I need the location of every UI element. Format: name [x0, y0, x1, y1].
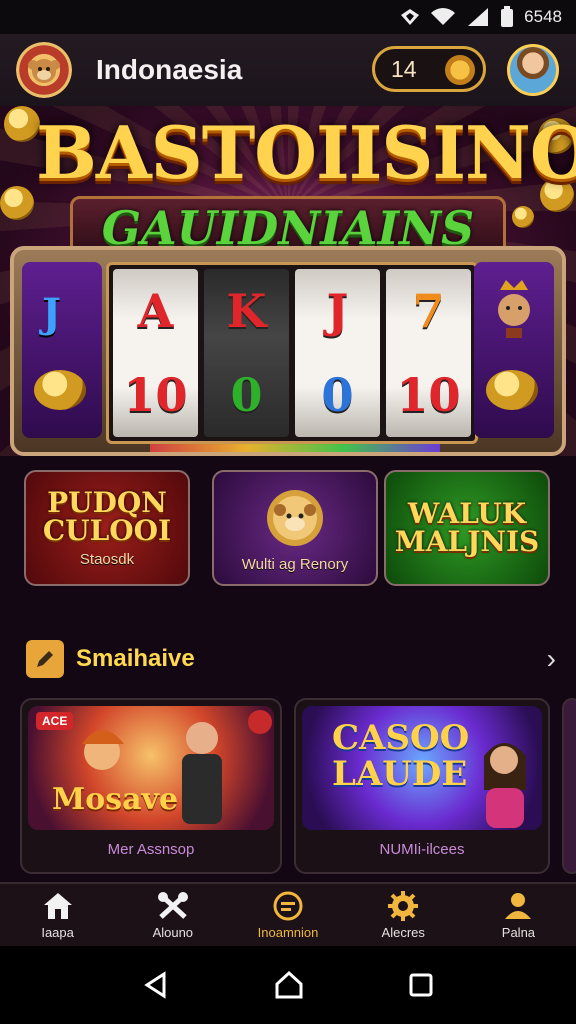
category-card-1[interactable]: PUDQN CULOOI Staosdk	[24, 470, 190, 586]
signal-icon	[468, 8, 489, 26]
system-nav-bar	[0, 946, 576, 1024]
reel-2: K 0	[204, 269, 289, 437]
home-button-icon[interactable]	[274, 970, 304, 1000]
category-title: WALUK MALJNIS	[394, 497, 540, 558]
game-art: CASOO LAUDE	[302, 706, 542, 830]
nav-label: Iaapa	[41, 924, 74, 940]
nav-label: Inoamnion	[257, 924, 319, 940]
monkey-icon	[267, 489, 323, 546]
reel-1: A 10	[113, 269, 198, 437]
region-title[interactable]: Indonaesia	[96, 54, 242, 86]
game-card-peek[interactable]	[562, 698, 576, 874]
avatar[interactable]	[507, 44, 559, 96]
lights-strip	[150, 444, 440, 452]
reel-symbol: K	[226, 284, 267, 338]
woman-illustration	[484, 743, 526, 828]
reel-symbol: 10	[123, 368, 188, 422]
king-icon	[498, 280, 530, 338]
vpn-icon	[401, 9, 420, 25]
section-title: Smaihaive	[76, 645, 195, 672]
game-art-title: CASOO LAUDE	[332, 718, 470, 794]
status-bar: 6548	[0, 0, 576, 34]
category-card-3[interactable]: WALUK MALJNIS	[384, 470, 550, 586]
gear-icon	[388, 890, 419, 921]
recents-icon[interactable]	[408, 972, 434, 998]
reel-symbol: 0	[230, 368, 263, 422]
nav-label: Alouno	[152, 924, 194, 940]
coin-balance[interactable]: 14	[372, 46, 486, 92]
nav-item-settings[interactable]: Alecres	[346, 884, 461, 946]
reel-symbol: J	[326, 284, 349, 338]
left-side-panel: J	[22, 262, 102, 438]
coin-gear-icon	[445, 55, 475, 85]
game-label: NUMIi-ilcees	[379, 841, 465, 858]
game-card-1[interactable]: ACE Mosave Mer Assnsop	[20, 698, 282, 874]
coin-count: 14	[391, 55, 417, 82]
nav-item-tools[interactable]: Alouno	[115, 884, 230, 946]
game-label: Mer Assnsop	[107, 841, 195, 858]
section-header[interactable]: Smaihaive ›	[26, 638, 556, 680]
reel-symbol: 0	[321, 368, 354, 422]
category-subtitle: Staosdk	[79, 550, 135, 568]
home-icon	[43, 892, 72, 919]
battery-icon	[501, 6, 514, 27]
reel-3: J 0	[295, 269, 380, 437]
app-bar: Indonaesia 14	[0, 34, 576, 106]
chat-icon	[273, 891, 303, 920]
game-card-2[interactable]: CASOO LAUDE NUMIi-ilcees	[294, 698, 550, 874]
reel-symbol: 10	[396, 368, 461, 422]
chevron-right-icon[interactable]: ›	[547, 643, 556, 675]
monkey-icon	[28, 59, 60, 83]
reels: A 10 K 0 J 0 7 10	[106, 262, 478, 444]
back-icon[interactable]	[142, 971, 170, 999]
nav-label: Alecres	[381, 924, 425, 940]
nav-item-home[interactable]: Iaapa	[0, 884, 115, 946]
game-art-title: Mosave	[52, 782, 179, 817]
right-side-panel	[474, 262, 554, 438]
category-title: PUDQN CULOOI	[42, 485, 172, 547]
slot-machine: J A 10 K 0 J 0 7 10	[10, 246, 566, 456]
nav-label: Palna	[501, 924, 536, 940]
nav-item-chat[interactable]: Inoamnion	[230, 884, 345, 946]
profile-icon	[505, 892, 532, 919]
coin-decoration	[512, 206, 534, 228]
coin-decoration	[4, 106, 40, 142]
coin-pile-icon	[34, 370, 86, 410]
bottom-nav: Iaapa Alouno Inoamnion Alecres Palna	[0, 882, 576, 946]
status-time: 6548	[524, 7, 562, 26]
tools-icon	[157, 891, 188, 919]
side-symbol: J	[42, 290, 61, 337]
coin-decoration	[0, 186, 34, 220]
coin-pile-icon	[486, 370, 538, 410]
category-subtitle: Wulti ag Renory	[241, 555, 349, 573]
pencil-icon	[26, 640, 64, 678]
app-logo[interactable]	[16, 42, 72, 98]
category-card-2[interactable]: Wulti ag Renory	[212, 470, 378, 586]
reel-symbol: A	[137, 284, 174, 338]
reel-4: 7 10	[386, 269, 471, 437]
hero-banner[interactable]: BASTOIISINO GAUIDNIAINS J A 10 K 0 J 0 7…	[0, 106, 576, 456]
nav-item-profile[interactable]: Palna	[461, 884, 576, 946]
game-art: ACE Mosave	[28, 706, 274, 830]
reel-symbol: 7	[412, 284, 445, 338]
hero-title: BASTOIISINO	[36, 110, 576, 195]
wifi-icon	[431, 8, 456, 25]
